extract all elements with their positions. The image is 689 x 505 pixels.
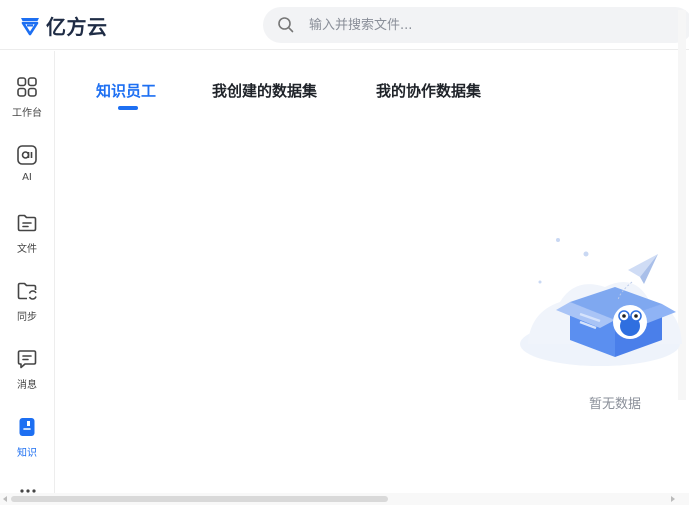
search-box[interactable]: [263, 7, 689, 43]
tab-my-datasets[interactable]: 我创建的数据集: [212, 80, 317, 101]
scroll-right-arrow-icon[interactable]: [671, 496, 675, 502]
empty-state-text: 暂无数据: [589, 397, 642, 412]
folder-icon: [17, 214, 37, 232]
sync-folder-icon: [17, 282, 37, 300]
sidebar-item-label: 文件: [17, 244, 37, 255]
sidebar-item-files[interactable]: 文件: [0, 208, 54, 266]
knowledge-book-icon: [19, 418, 35, 436]
sidebar-item-label: 知识: [17, 448, 37, 459]
sidebar-item-label: 同步: [17, 312, 37, 323]
sidebar-item-label: 工作台: [12, 108, 42, 119]
scroll-left-arrow-icon[interactable]: [3, 496, 7, 502]
search-icon: [278, 17, 294, 33]
logo-text: 亿方云: [46, 14, 108, 39]
grid-icon: [17, 77, 37, 97]
logo-icon: [21, 18, 39, 36]
search-input[interactable]: [309, 7, 669, 43]
active-tab-indicator: [118, 106, 138, 110]
horizontal-scroll-thumb[interactable]: [11, 496, 388, 502]
app-logo[interactable]: 亿方云: [18, 11, 108, 39]
top-header: 亿方云: [0, 0, 689, 50]
sidebar-item-label: AI: [22, 172, 32, 183]
sidebar-item-label: 消息: [17, 380, 37, 391]
sidebar-item-messages[interactable]: 消息: [0, 344, 54, 402]
sidebar-item-workbench[interactable]: 工作台: [0, 72, 54, 130]
empty-box-illustration: [520, 238, 682, 366]
horizontal-scrollbar[interactable]: [0, 493, 689, 505]
sidebar-item-knowledge[interactable]: 知识: [0, 412, 54, 470]
sidebar-item-ai[interactable]: AI: [0, 140, 54, 198]
tab-knowledge-staff[interactable]: 知识员工: [96, 80, 156, 101]
message-icon: [17, 350, 37, 369]
sidebar-item-sync[interactable]: 同步: [0, 276, 54, 334]
ai-icon: [17, 145, 37, 165]
sidebar: 工作台 AI 文件 同步 消息 知识: [0, 51, 55, 505]
tab-collab-datasets[interactable]: 我的协作数据集: [376, 80, 481, 101]
